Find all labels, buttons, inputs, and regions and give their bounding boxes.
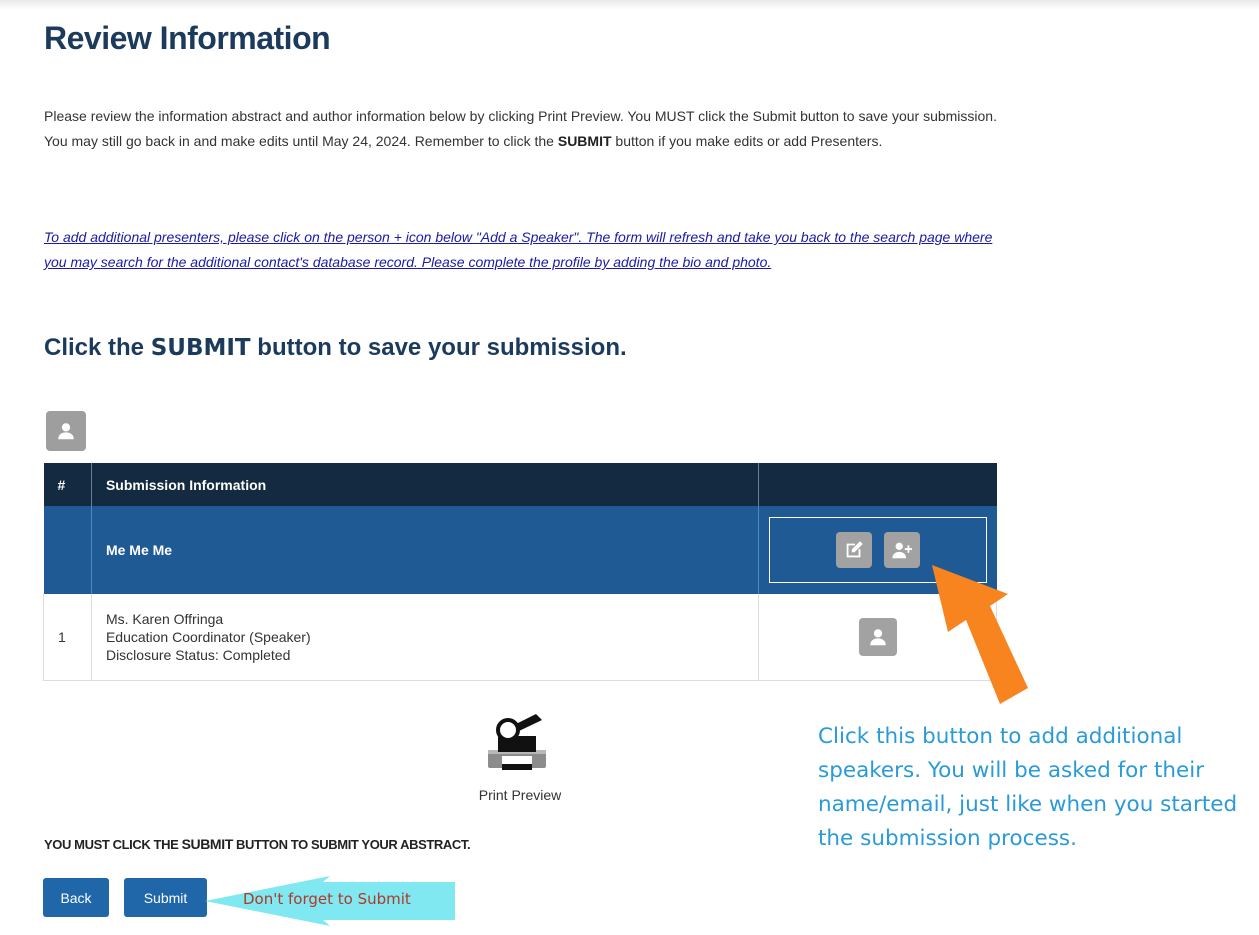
- submit-button[interactable]: Submit: [124, 878, 207, 917]
- person-icon[interactable]: [46, 411, 86, 451]
- person-icon: [869, 628, 886, 645]
- must-pre: YOU MUST CLICK THE: [44, 837, 182, 852]
- row-speaker-info: Ms. Karen Offringa Education Coordinator…: [91, 594, 760, 681]
- submission-group-row: Me Me Me: [43, 506, 997, 594]
- add-presenters-note[interactable]: To add additional presenters, please cli…: [44, 225, 1004, 275]
- intro-paragraph: Please review the information abstract a…: [44, 104, 1004, 154]
- speaker-name: Ms. Karen Offringa: [105, 610, 224, 627]
- group-number-cell: [43, 506, 92, 594]
- speaker-profile-button[interactable]: [858, 617, 897, 656]
- must-submit-bold: SUBMIT: [181, 836, 234, 852]
- header-number: #: [43, 463, 92, 506]
- submit-subheading: Click the SUBMIT button to save your sub…: [44, 334, 627, 362]
- back-button[interactable]: Back: [43, 878, 109, 917]
- group-title: Me Me Me: [91, 506, 760, 594]
- intro-submit-bold: SUBMIT: [557, 133, 612, 149]
- intro-text-2: button if you make edits or add Presente…: [611, 133, 883, 149]
- speaker-disclosure-status: Disclosure Status: Completed: [105, 646, 291, 663]
- must-post: BUTTON TO SUBMIT YOUR ABSTRACT.: [232, 837, 471, 852]
- top-shadow-bar: [0, 0, 1259, 10]
- orange-arrow-annotation: [932, 565, 1028, 704]
- edit-icon: [846, 541, 863, 558]
- add-person-icon: [892, 542, 912, 559]
- edit-submission-button[interactable]: [835, 532, 872, 568]
- add-speakers-annotation: Click this button to add additional spea…: [818, 724, 1238, 851]
- must-submit-notice: YOU MUST CLICK THE SUBMIT BUTTON TO SUBM…: [44, 836, 471, 852]
- submission-table: # Submission Information Me Me Me 1 Ms. …: [43, 463, 997, 681]
- table-row: 1 Ms. Karen Offringa Education Coordinat…: [43, 594, 997, 681]
- header-submission-info: Submission Information: [91, 463, 760, 506]
- header-actions: [758, 463, 997, 506]
- page-title: Review Information: [44, 20, 331, 56]
- row-number: 1: [43, 594, 92, 681]
- print-preview-label[interactable]: Print Preview: [440, 787, 600, 803]
- subhead-post: button to save your submission.: [250, 334, 627, 361]
- dont-forget-annotation: Don't forget to Submit: [243, 890, 411, 908]
- subhead-submit: SUBMIT: [150, 335, 251, 361]
- table-header-row: # Submission Information: [43, 463, 997, 506]
- speaker-role: Education Coordinator (Speaker): [105, 628, 311, 645]
- subhead-pre: Click the: [44, 334, 151, 361]
- print-preview-icon[interactable]: [486, 712, 548, 774]
